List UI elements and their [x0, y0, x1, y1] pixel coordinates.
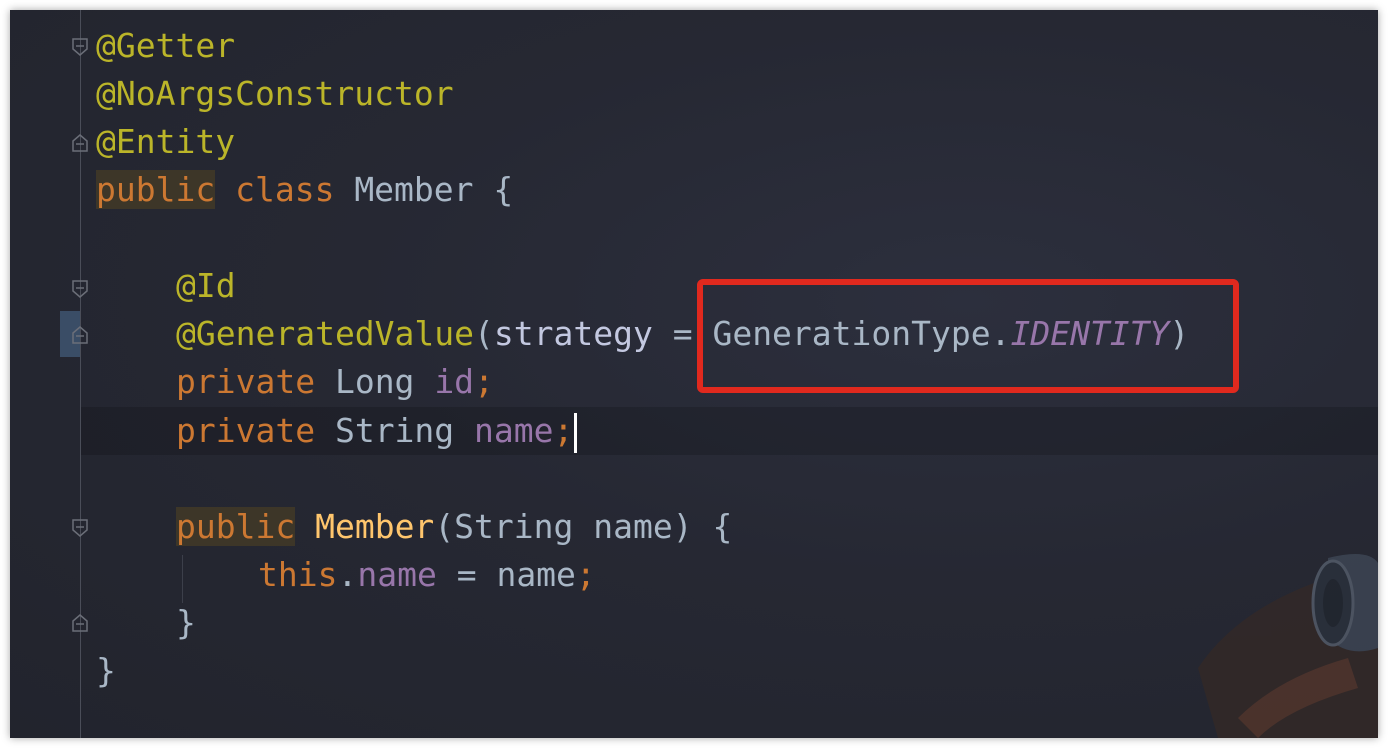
- annotation-entity: @Entity: [96, 122, 236, 161]
- telescope-background-image: [1198, 554, 1378, 738]
- code-line-3[interactable]: @Entity: [96, 118, 235, 166]
- close-brace: }: [176, 603, 196, 642]
- param-strategy: strategy: [493, 314, 653, 353]
- code-line-14[interactable]: }: [96, 647, 116, 695]
- code-line-4[interactable]: public class Member {: [96, 166, 513, 214]
- keyword-this: this: [258, 555, 338, 594]
- fold-collapse-icon[interactable]: [70, 518, 90, 538]
- code-line-12[interactable]: this.name = name;: [258, 551, 596, 599]
- open-brace: {: [712, 507, 733, 546]
- code-line-11[interactable]: public Member(String name) {: [176, 503, 732, 551]
- field-id: id: [434, 362, 475, 401]
- class-name: Member: [354, 170, 474, 209]
- open-brace: {: [493, 170, 514, 209]
- assignment: = name: [436, 555, 576, 594]
- highlight-box: [697, 279, 1239, 393]
- annotation-getter: @Getter: [96, 26, 236, 65]
- semicolon: ;: [474, 362, 494, 401]
- fold-end-icon[interactable]: [70, 133, 90, 153]
- code-line-2[interactable]: @NoArgsConstructor: [96, 70, 454, 118]
- field-name: name: [357, 555, 437, 594]
- fold-collapse-icon[interactable]: [70, 37, 90, 57]
- annotation-id: @Id: [176, 266, 236, 305]
- constructor-name: Member: [315, 507, 435, 546]
- code-line-9[interactable]: private String name;: [176, 407, 578, 455]
- dot: .: [337, 555, 358, 594]
- annotation-generatedvalue: @GeneratedValue: [176, 314, 475, 353]
- keyword-public: public: [96, 170, 216, 209]
- annotation-noargsconstructor: @NoArgsConstructor: [96, 74, 454, 113]
- type-long: Long: [334, 362, 415, 401]
- open-paren: (: [474, 314, 494, 353]
- semicolon: ;: [553, 411, 574, 450]
- code-line-6[interactable]: @Id: [176, 262, 236, 310]
- code-line-8[interactable]: private Long id;: [176, 358, 494, 406]
- code-editor[interactable]: @Getter @NoArgsConstructor @Entity publi…: [10, 10, 1378, 738]
- fold-end-icon[interactable]: [70, 325, 90, 345]
- indent-guide: [182, 555, 183, 603]
- code-line-13[interactable]: }: [176, 599, 196, 647]
- fold-end-icon[interactable]: [70, 613, 90, 633]
- code-line-1[interactable]: @Getter: [96, 22, 235, 70]
- semicolon: ;: [575, 555, 596, 594]
- close-brace: }: [96, 651, 116, 690]
- fold-collapse-icon[interactable]: [70, 279, 90, 299]
- keyword-class: class: [235, 170, 335, 209]
- constructor-signature: (String name): [434, 507, 693, 546]
- keyword-public: public: [176, 507, 296, 546]
- type-string: String: [334, 411, 455, 450]
- keyword-private: private: [176, 411, 316, 450]
- text-caret: [574, 412, 578, 453]
- keyword-private: private: [176, 362, 316, 401]
- field-name: name: [474, 411, 554, 450]
